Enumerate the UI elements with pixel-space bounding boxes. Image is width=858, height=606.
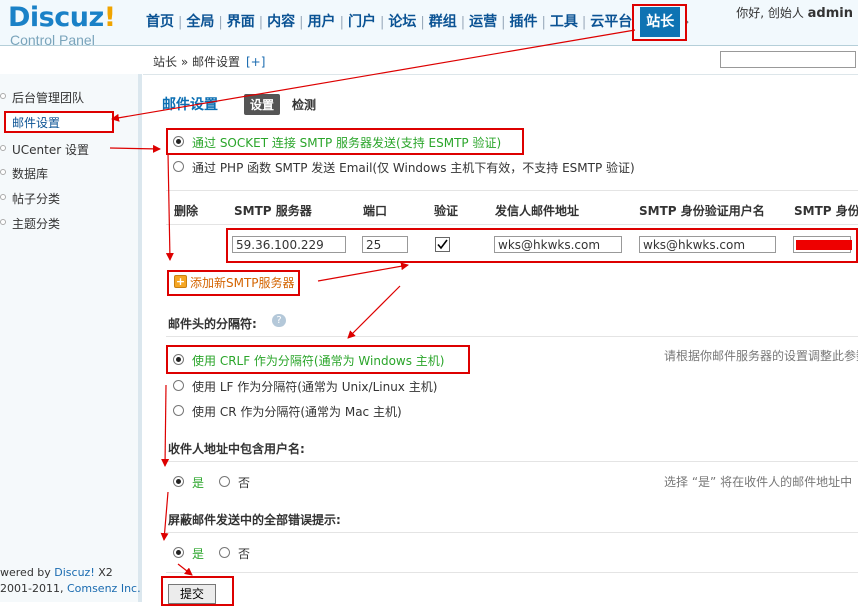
arrow-row-to-crlf xyxy=(347,285,401,339)
arrow-nav-to-sidebar xyxy=(111,29,636,122)
arrow-sidebar-to-socket xyxy=(109,144,161,153)
arrow-crlf-to-username xyxy=(161,384,170,467)
arrow-add-to-row xyxy=(317,262,409,282)
arrow-username-to-silence xyxy=(160,491,169,541)
annotation-arrows xyxy=(109,29,636,576)
arrow-silence-to-submit xyxy=(177,563,193,576)
arrow-socket-to-add xyxy=(165,152,174,261)
